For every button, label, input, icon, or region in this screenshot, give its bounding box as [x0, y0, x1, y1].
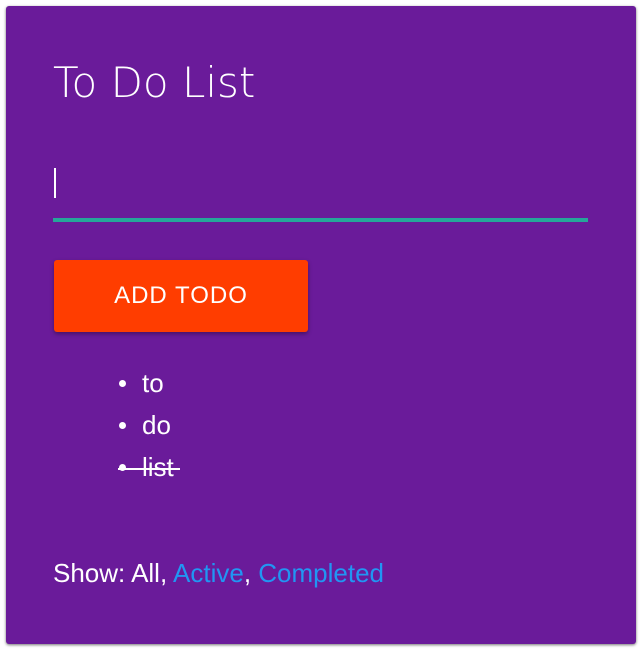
todo-list: to do list: [106, 362, 180, 488]
page-title: To Do List: [53, 58, 256, 107]
todo-input[interactable]: [53, 156, 588, 218]
filter-active-link[interactable]: Active: [173, 558, 244, 588]
todo-item-text: do: [142, 410, 171, 440]
input-underline: [53, 218, 588, 222]
todo-input-container: [53, 156, 588, 222]
filter-bar: Show: All, Active, Completed: [53, 558, 384, 589]
bullet-dot-icon: [119, 380, 126, 387]
strikethrough-line: [118, 468, 180, 470]
filter-separator: ,: [159, 558, 168, 588]
todo-item[interactable]: do: [106, 404, 174, 446]
filter-all-current: All: [131, 558, 160, 588]
todo-item-text: to: [142, 368, 164, 398]
filter-separator: ,: [243, 558, 252, 588]
text-caret: [54, 168, 56, 198]
todo-item-completed[interactable]: list: [106, 446, 180, 488]
filter-completed-link[interactable]: Completed: [258, 558, 384, 588]
todo-card: To Do List ADD TODO to do list Show: All…: [6, 6, 636, 644]
todo-item[interactable]: to: [106, 362, 174, 404]
bullet-dot-icon: [119, 422, 126, 429]
filter-prefix: Show:: [53, 558, 126, 588]
todo-item-text: list: [142, 452, 174, 482]
add-todo-button[interactable]: ADD TODO: [54, 260, 308, 332]
